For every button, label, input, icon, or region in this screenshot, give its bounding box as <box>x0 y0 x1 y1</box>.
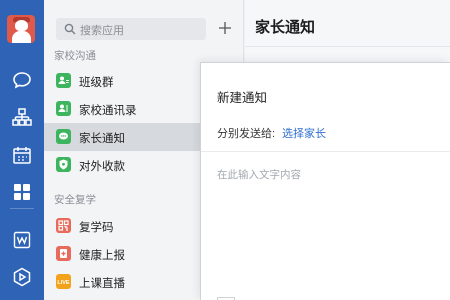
rail-divider <box>10 208 34 209</box>
dialog-divider <box>201 151 450 152</box>
class-group-icon <box>56 73 71 88</box>
hexagon-app-icon[interactable] <box>11 266 33 288</box>
recipient-label: 分别发送给: <box>217 128 276 140</box>
list-item-label: 上课直播 <box>79 278 125 290</box>
health-report-icon <box>56 246 71 261</box>
notice-bubble-icon <box>56 129 71 144</box>
contacts-icon <box>56 101 71 116</box>
dialog-title: 新建通知 <box>217 91 268 105</box>
search-icon <box>64 23 76 35</box>
header-divider <box>245 46 450 47</box>
list-item-label: 对外收款 <box>79 161 125 173</box>
search-placeholder: 搜索应用 <box>80 25 124 37</box>
section-label-safe-return: 安全复学 <box>54 194 96 206</box>
notice-content-input[interactable] <box>217 167 437 277</box>
chat-bubble-icon[interactable] <box>11 69 33 91</box>
list-item-label: 家校通讯录 <box>79 105 137 117</box>
payment-shield-icon <box>56 157 71 172</box>
add-icon[interactable] <box>214 17 236 39</box>
work-doc-icon[interactable] <box>11 229 33 251</box>
search-box[interactable]: 搜索应用 <box>56 18 206 40</box>
select-parents-link[interactable]: 选择家长 <box>282 125 326 141</box>
list-item-label: 班级群 <box>79 77 114 89</box>
qr-code-icon <box>56 218 71 233</box>
live-icon: LIVE <box>56 274 71 289</box>
list-item-label: 健康上报 <box>79 250 125 262</box>
new-notice-dialog: 新建通知 分别发送给: 选择家长 <box>200 62 450 300</box>
calendar-icon[interactable] <box>11 144 33 166</box>
page-title: 家长通知 <box>255 19 316 36</box>
org-chart-icon[interactable] <box>11 106 33 128</box>
list-item-label: 家长通知 <box>79 133 125 145</box>
left-rail <box>0 0 44 300</box>
section-label-home-school: 家校沟通 <box>54 50 96 62</box>
list-item-label: 复学码 <box>79 222 114 234</box>
apps-grid-icon[interactable] <box>11 181 33 203</box>
avatar[interactable] <box>7 15 35 43</box>
live-badge-text: LIVE <box>57 280 70 286</box>
